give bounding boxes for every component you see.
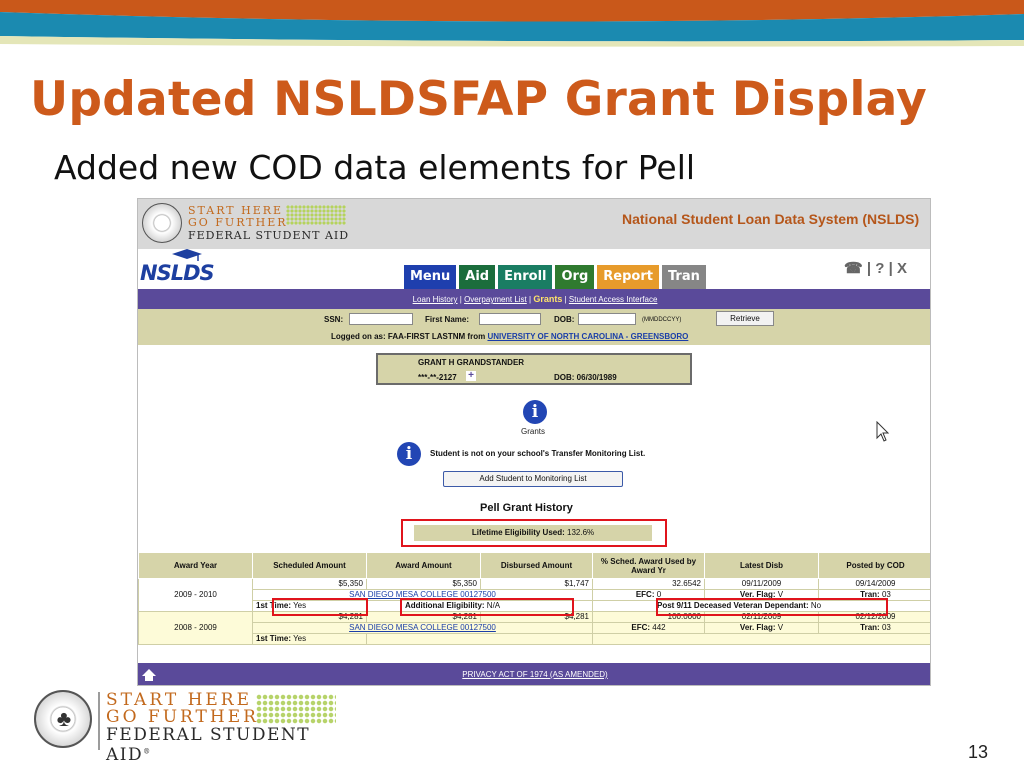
- first-name-input[interactable]: [479, 313, 541, 325]
- top-decorative-band: [0, 0, 1024, 48]
- tab-bar: Menu Aid Enroll Org Report Tran: [404, 265, 706, 289]
- logo-dots-graphic: [256, 694, 336, 724]
- student-dob: DOB: 06/30/1989: [554, 373, 617, 382]
- student-info-box: GRANT H GRANDSTANDER ***-**-2127 + DOB: …: [376, 353, 692, 385]
- toolbar-icons: ☎ | ? | X: [844, 259, 907, 277]
- tree-icon: ♣: [56, 706, 72, 731]
- tab-aid[interactable]: Aid: [459, 265, 496, 289]
- col-scheduled-amount: Scheduled Amount: [252, 552, 367, 579]
- logged-on-text: Logged on as: FAA-FIRST LASTNM from UNIV…: [331, 332, 688, 341]
- highlight-veteran-dependant: [656, 598, 888, 616]
- expand-plus-icon[interactable]: +: [466, 371, 476, 381]
- ssn-label: SSN:: [324, 315, 344, 324]
- scheduled-amount: $5,350: [252, 578, 367, 590]
- table-header-row: Award Year Scheduled Amount Award Amount…: [138, 552, 930, 579]
- phone-icon[interactable]: ☎: [844, 259, 863, 277]
- help-icon[interactable]: ?: [875, 260, 884, 277]
- grants-caption: Grants: [521, 427, 546, 436]
- tab-report[interactable]: Report: [597, 265, 659, 289]
- ssn-input[interactable]: [349, 313, 413, 325]
- school-link[interactable]: SAN DIEGO MESA COLLEGE 00127500: [252, 622, 593, 634]
- nslds-logo[interactable]: NSLDS: [140, 261, 215, 285]
- dob-format-hint: (MMDDCCYY): [642, 317, 682, 323]
- logo-line-go-further: GO FURTHER: [106, 707, 259, 727]
- tab-org[interactable]: Org: [555, 265, 595, 289]
- disbursed-amount: $1,747: [480, 578, 593, 590]
- tab-tran[interactable]: Tran: [661, 265, 706, 289]
- award-amount: $5,350: [366, 578, 481, 590]
- sub-nav: Loan History | Overpayment List | Grants…: [138, 289, 930, 309]
- slide-subtitle: Added new COD data elements for Pell: [54, 148, 696, 187]
- efc-cell: EFC: 442: [592, 622, 705, 634]
- school-link[interactable]: UNIVERSITY OF NORTH CAROLINA - GREENSBOR…: [487, 332, 688, 341]
- dob-input[interactable]: [578, 313, 636, 325]
- subnav-grants[interactable]: Grants: [533, 294, 562, 304]
- award-year: 2009 - 2010: [138, 578, 253, 612]
- monitoring-message: Student is not on your school's Transfer…: [430, 449, 646, 458]
- latest-disb: 09/11/2009: [704, 578, 819, 590]
- highlight-first-time: [272, 598, 368, 616]
- slide-number: 13: [968, 742, 989, 762]
- privacy-act-link[interactable]: PRIVACY ACT OF 1974 (AS AMENDED): [462, 670, 607, 679]
- col-award-amount: Award Amount: [366, 552, 481, 579]
- pct-sched-award: 32.6542: [592, 578, 705, 590]
- add-to-monitoring-button[interactable]: Add Student to Monitoring List: [443, 471, 623, 487]
- tran-cell: Tran: 03: [818, 622, 930, 634]
- student-name: GRANT H GRANDSTANDER: [418, 358, 525, 367]
- graduation-cap-icon: [172, 249, 202, 261]
- col-pct-sched-award: % Sched. Award Used by Award Yr: [592, 552, 705, 579]
- pell-history-title: Pell Grant History: [480, 502, 573, 514]
- fsa-logo-line3: FEDERAL STUDENT AID: [188, 229, 350, 242]
- posted-by-cod: 09/14/2009: [818, 578, 930, 590]
- first-time-cell: 1st Time: Yes: [252, 633, 367, 645]
- fsa-header-bar: START HERE GO FURTHER FEDERAL STUDENT AI…: [138, 199, 930, 249]
- logo-line-fsa: FEDERAL STUDENT AID®: [106, 725, 311, 765]
- tab-menu[interactable]: Menu: [404, 265, 457, 289]
- system-name: National Student Loan Data System (NSLDS…: [622, 211, 920, 227]
- first-name-label: First Name:: [425, 315, 470, 324]
- fsa-dots-graphic: [286, 205, 346, 225]
- subnav-student-access-interface[interactable]: Student Access Interface: [569, 295, 658, 304]
- table-row: 2009 - 2010 $5,350 $5,350 $1,747 32.6542…: [138, 578, 930, 612]
- highlight-additional-eligibility: [400, 598, 574, 616]
- col-posted-by-cod: Posted by COD: [818, 552, 930, 579]
- slide-title: Updated NSLDSFAP Grant Display: [30, 72, 927, 127]
- education-seal-icon: ♣: [34, 690, 92, 748]
- subnav-overpayment-list[interactable]: Overpayment List: [464, 295, 527, 304]
- retrieve-button[interactable]: Retrieve: [716, 311, 774, 326]
- col-latest-disb: Latest Disb: [704, 552, 819, 579]
- award-year: 2008 - 2009: [138, 611, 253, 645]
- col-award-year: Award Year: [138, 552, 253, 579]
- table-row: 1st Time: Yes: [139, 633, 930, 645]
- education-seal-icon: [142, 203, 182, 243]
- fsa-footer-logo: ♣ START HERE GO FURTHER FEDERAL STUDENT …: [34, 690, 354, 765]
- highlight-lifetime-eligibility: [401, 519, 667, 547]
- logo-divider: [98, 692, 100, 750]
- dob-label: DOB:: [554, 315, 575, 324]
- student-ssn: ***-**-2127: [418, 373, 457, 382]
- fsa-logo-line2: GO FURTHER: [188, 216, 288, 229]
- home-icon[interactable]: [142, 669, 156, 681]
- close-icon[interactable]: X: [897, 260, 907, 277]
- footer-bar: PRIVACY ACT OF 1974 (AS AMENDED): [138, 663, 930, 685]
- table-row: SAN DIEGO MESA COLLEGE 00127500 EFC: 442…: [139, 622, 930, 634]
- main-nav: NSLDS Menu Aid Enroll Org Report Tran ☎ …: [138, 249, 930, 289]
- nslds-screenshot: START HERE GO FURTHER FEDERAL STUDENT AI…: [137, 198, 931, 686]
- subnav-loan-history[interactable]: Loan History: [413, 295, 458, 304]
- tab-enroll[interactable]: Enroll: [498, 265, 553, 289]
- info-icon: i: [397, 442, 421, 466]
- logged-on-prefix: Logged on as: FAA-FIRST LASTNM from: [331, 332, 486, 341]
- mouse-cursor-icon: [876, 421, 890, 442]
- search-bar: SSN: First Name: DOB: (MMDDCCYY) Retriev…: [138, 309, 930, 345]
- ver-flag-cell: Ver. Flag: V: [704, 622, 819, 634]
- grants-info-icon[interactable]: i: [523, 400, 547, 424]
- col-disbursed-amount: Disbursed Amount: [480, 552, 593, 579]
